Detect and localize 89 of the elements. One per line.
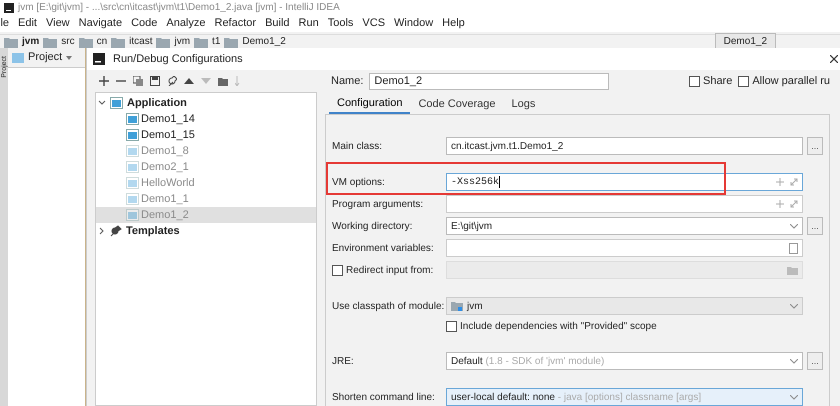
menu-item[interactable]: Navigate <box>78 15 122 32</box>
checkbox[interactable] <box>738 76 750 87</box>
caret-icon <box>66 56 72 60</box>
chevron-down-icon <box>790 224 798 228</box>
document-icon <box>789 242 798 254</box>
menu-item[interactable]: Build <box>265 15 290 32</box>
config-icon <box>126 177 139 189</box>
text-field[interactable]: -Xss256k <box>446 173 803 191</box>
up-arrow-icon[interactable] <box>184 76 194 86</box>
module-folder-icon <box>451 301 463 311</box>
tree-item[interactable]: Demo1_14 <box>96 111 316 127</box>
breadcrumb-item[interactable]: t1 <box>212 34 220 49</box>
tree-item[interactable]: Demo1_15 <box>96 127 316 143</box>
tree-group[interactable]: Application <box>127 94 187 112</box>
field-label: Use classpath of module: <box>332 300 444 314</box>
name-field[interactable]: Demo1_2 <box>369 72 610 90</box>
dropdown-field[interactable]: jvm <box>446 297 803 315</box>
field-label: Name: <box>331 74 364 90</box>
breadcrumb-item[interactable]: jvm <box>174 34 190 49</box>
dropdown-field[interactable]: E:\git\jvm <box>446 217 803 235</box>
field-label: VM options: <box>332 176 385 190</box>
checkbox[interactable] <box>446 321 457 332</box>
text-field[interactable] <box>446 239 803 257</box>
app-icon <box>4 2 14 12</box>
menu-item[interactable]: Window <box>394 15 434 32</box>
menu-item[interactable]: View <box>46 15 70 32</box>
config-icon <box>126 113 139 125</box>
text-field[interactable] <box>446 261 803 279</box>
folder-add-icon[interactable] <box>218 76 228 86</box>
menu-item[interactable]: Refactor <box>214 15 256 32</box>
menu-item[interactable]: Analyze <box>166 15 206 32</box>
checkbox[interactable] <box>332 264 343 276</box>
config-icon <box>110 97 123 109</box>
menu-item[interactable]: VCS <box>362 15 386 32</box>
window-title: jvm [E:\git\jvm] - ...\src\cn\itcast\jvm\t1\Demo1_2.java [jvm] - IntelliJ IDEA <box>18 1 340 15</box>
field-label: Main class: <box>332 140 382 154</box>
config-icon <box>126 193 139 205</box>
chevron-down-icon <box>790 304 798 308</box>
breadcrumb-item[interactable]: src <box>61 34 75 49</box>
field-label: Environment variables: <box>332 242 434 256</box>
field-label: Shorten command line: <box>332 390 435 404</box>
config-icon <box>126 209 139 221</box>
menu-item[interactable]: Help <box>442 15 465 32</box>
breadcrumb-item[interactable]: jvm <box>22 34 40 49</box>
checkbox-label: Include dependencies with "Provided" scope <box>460 320 657 334</box>
breadcrumb-item[interactable]: itcast <box>129 34 152 49</box>
chevron-down-icon <box>790 394 798 400</box>
checkbox-label: Allow parallel ru <box>752 74 830 90</box>
menu-item[interactable]: Tools <box>328 15 354 32</box>
config-icon <box>126 161 139 173</box>
field-label: Working directory: <box>332 220 412 234</box>
checkbox-label: Share <box>702 74 732 90</box>
plus-icon <box>776 200 784 208</box>
panel-icon <box>12 52 24 62</box>
add-icon[interactable] <box>99 76 109 86</box>
dialog-title: Run/Debug Configurations <box>113 52 243 67</box>
expand-icon <box>790 178 798 186</box>
menu-item[interactable]: Run <box>298 15 319 32</box>
checkbox[interactable] <box>688 76 700 87</box>
text-field[interactable] <box>446 195 803 213</box>
folder-icon <box>4 36 18 48</box>
close-icon <box>830 55 838 63</box>
browse-button[interactable]: ... <box>807 217 823 235</box>
dropdown-field[interactable]: user-local default: none - java [options] classname [args] <box>446 388 803 406</box>
checkbox-label: Redirect input from: <box>346 264 434 278</box>
expand-icon <box>790 200 798 208</box>
tab[interactable]: Code Coverage <box>410 94 504 114</box>
breadcrumb-item[interactable]: cn <box>96 34 108 49</box>
folder-icon <box>787 266 798 274</box>
menu-item[interactable]: Code <box>131 15 158 32</box>
field-label: Program arguments: <box>332 198 424 212</box>
menu-item[interactable]: ile <box>0 15 10 32</box>
breadcrumb-item[interactable]: Demo1_2 <box>242 34 286 49</box>
chevron-down-icon <box>790 358 798 364</box>
copy-icon[interactable] <box>133 76 143 86</box>
browse-button[interactable]: ... <box>807 137 823 155</box>
field-label: JRE: <box>332 354 354 368</box>
browse-button[interactable]: ... <box>807 352 823 370</box>
app-icon <box>93 53 105 65</box>
menu-item[interactable]: Edit <box>18 15 37 32</box>
config-icon <box>126 145 139 157</box>
tree-group[interactable]: Templates <box>126 222 180 240</box>
text-field[interactable]: cn.itcast.jvm.t1.Demo1_2 <box>446 137 803 155</box>
folder-icon <box>78 36 93 48</box>
config-icon <box>126 129 139 141</box>
save-icon[interactable] <box>150 76 160 86</box>
plus-icon <box>776 178 784 186</box>
dropdown-field[interactable]: Default (1.8 - SDK of 'jvm' module) <box>446 352 803 370</box>
tab[interactable]: Logs <box>504 94 544 114</box>
